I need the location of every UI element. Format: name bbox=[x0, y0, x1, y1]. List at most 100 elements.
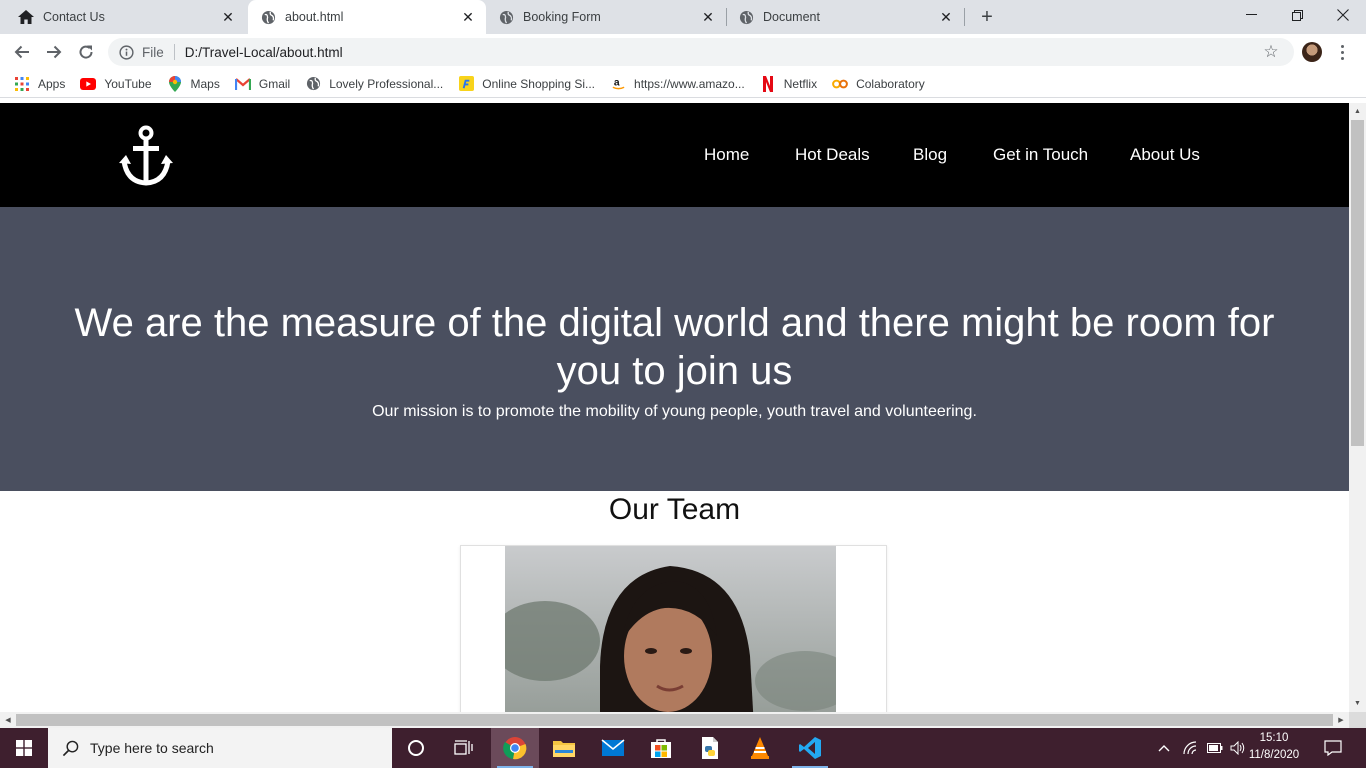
clock-date: 11/8/2020 bbox=[1248, 749, 1300, 761]
maps-pin-icon bbox=[167, 75, 183, 92]
search-placeholder: Type here to search bbox=[90, 740, 214, 756]
bookmark-maps[interactable]: Maps bbox=[167, 75, 220, 92]
notifications-icon[interactable] bbox=[1318, 728, 1348, 768]
windows-start-icon[interactable] bbox=[0, 728, 48, 768]
netflix-icon bbox=[760, 75, 776, 92]
bookmark-amazon[interactable]: a https://www.amazo... bbox=[610, 76, 745, 92]
svg-text:a: a bbox=[613, 77, 619, 88]
show-hidden-icons-chevron-icon[interactable] bbox=[1156, 728, 1172, 768]
amazon-icon: a bbox=[610, 76, 626, 92]
vscode-icon[interactable] bbox=[786, 728, 834, 768]
horizontal-scroll-thumb[interactable] bbox=[16, 714, 1333, 726]
store-icon[interactable] bbox=[637, 728, 685, 768]
taskbar-search[interactable]: Type here to search bbox=[48, 728, 392, 768]
back-button[interactable] bbox=[8, 38, 36, 66]
windows-taskbar: Type here to search 15:10 11/8/2020 bbox=[0, 728, 1366, 768]
globe-icon bbox=[498, 9, 514, 25]
globe-icon bbox=[305, 76, 321, 92]
reload-button[interactable] bbox=[72, 38, 100, 66]
vertical-scrollbar[interactable]: ▲ ▼ bbox=[1349, 103, 1366, 712]
globe-icon bbox=[738, 9, 754, 25]
divider bbox=[173, 44, 175, 60]
main-menu: Home Hot Deals Blog Get in Touch About U… bbox=[0, 145, 1349, 165]
mail-icon[interactable] bbox=[589, 728, 637, 768]
globe-icon bbox=[260, 9, 276, 25]
close-tab-icon[interactable]: ✕ bbox=[698, 7, 718, 27]
scheme-label: File bbox=[142, 44, 164, 60]
hero-heading: We are the measure of the digital world … bbox=[74, 301, 1275, 393]
scroll-left-arrow-icon[interactable]: ◀ bbox=[0, 712, 16, 728]
bookmark-label: Apps bbox=[38, 76, 66, 91]
file-explorer-icon[interactable] bbox=[540, 728, 588, 768]
new-tab-button[interactable]: + bbox=[976, 6, 998, 28]
tab-title: Document bbox=[763, 10, 820, 24]
close-tab-icon[interactable]: ✕ bbox=[458, 7, 478, 27]
tab-separator bbox=[964, 8, 965, 26]
minimize-button[interactable] bbox=[1228, 0, 1274, 30]
bookmark-netflix[interactable]: Netflix bbox=[760, 75, 817, 92]
bookmark-gmail[interactable]: Gmail bbox=[234, 76, 291, 92]
menu-kebab-icon[interactable] bbox=[1334, 41, 1350, 63]
nav-get-in-touch[interactable]: Get in Touch bbox=[993, 145, 1088, 165]
youtube-icon bbox=[80, 76, 97, 92]
gmail-icon bbox=[234, 76, 251, 92]
team-section-title: Our Team bbox=[608, 493, 741, 526]
horizontal-scrollbar[interactable]: ◀ ▶ bbox=[0, 712, 1349, 728]
task-view-icon[interactable] bbox=[440, 728, 488, 768]
bookmarks-bar: Apps YouTube Maps Gmail Lovely Professio… bbox=[0, 70, 1366, 98]
nav-hot-deals[interactable]: Hot Deals bbox=[795, 145, 870, 165]
bookmark-star-icon[interactable]: ☆ bbox=[1262, 43, 1280, 61]
scrollbar-corner bbox=[1349, 712, 1366, 728]
chrome-taskbar-icon[interactable] bbox=[491, 728, 539, 768]
bookmark-colaboratory[interactable]: Colaboratory bbox=[832, 76, 925, 92]
close-tab-icon[interactable]: ✕ bbox=[936, 7, 956, 27]
tab-strip: Contact Us ✕ about.html ✕ Booking Form ✕… bbox=[0, 0, 1366, 34]
tab-title: Booking Form bbox=[523, 10, 601, 24]
cortana-icon[interactable] bbox=[392, 728, 440, 768]
vertical-scroll-thumb[interactable] bbox=[1351, 120, 1364, 446]
bookmark-youtube[interactable]: YouTube bbox=[80, 76, 152, 92]
scroll-right-arrow-icon[interactable]: ▶ bbox=[1333, 712, 1349, 728]
bookmark-label: YouTube bbox=[104, 76, 152, 91]
tab-title: Contact Us bbox=[43, 10, 105, 24]
browser-toolbar: File D:/Travel-Local/about.html ☆ bbox=[0, 34, 1366, 70]
restore-button[interactable] bbox=[1274, 0, 1320, 30]
site-header: Home Hot Deals Blog Get in Touch About U… bbox=[0, 103, 1349, 207]
close-tab-icon[interactable]: ✕ bbox=[218, 7, 238, 27]
tab-about[interactable]: about.html ✕ bbox=[248, 0, 486, 34]
nav-blog[interactable]: Blog bbox=[913, 145, 947, 165]
close-window-button[interactable] bbox=[1320, 0, 1366, 30]
clock-time: 15:10 bbox=[1259, 732, 1289, 744]
forward-button[interactable] bbox=[40, 38, 68, 66]
wifi-icon[interactable] bbox=[1180, 728, 1202, 768]
page-viewport: Home Hot Deals Blog Get in Touch About U… bbox=[0, 103, 1349, 712]
info-icon[interactable] bbox=[118, 44, 134, 60]
nav-home[interactable]: Home bbox=[704, 145, 749, 165]
colab-icon bbox=[832, 76, 848, 92]
team-member-card bbox=[460, 545, 887, 712]
vlc-icon[interactable] bbox=[736, 728, 784, 768]
scroll-down-arrow-icon[interactable]: ▼ bbox=[1349, 695, 1366, 712]
nav-about-us[interactable]: About Us bbox=[1130, 145, 1200, 165]
home-icon bbox=[18, 9, 34, 25]
bookmark-label: Lovely Professional... bbox=[329, 76, 444, 91]
address-bar[interactable]: File D:/Travel-Local/about.html ☆ bbox=[108, 38, 1294, 66]
profile-avatar[interactable] bbox=[1302, 42, 1322, 62]
system-clock[interactable]: 15:10 11/8/2020 bbox=[1244, 730, 1304, 764]
bookmark-online-shopping[interactable]: Online Shopping Si... bbox=[458, 76, 595, 92]
python-file-icon[interactable] bbox=[686, 728, 734, 768]
bookmark-apps[interactable]: Apps bbox=[14, 76, 65, 92]
url-text[interactable]: D:/Travel-Local/about.html bbox=[185, 45, 343, 60]
scroll-up-arrow-icon[interactable]: ▲ bbox=[1349, 103, 1366, 120]
battery-icon[interactable] bbox=[1204, 728, 1226, 768]
hero-section: We are the measure of the digital world … bbox=[0, 207, 1349, 491]
bookmark-label: Colaboratory bbox=[856, 76, 925, 91]
tab-contact-us[interactable]: Contact Us ✕ bbox=[0, 0, 246, 34]
bookmark-label: https://www.amazo... bbox=[634, 76, 745, 91]
tab-document[interactable]: Document ✕ bbox=[726, 0, 964, 34]
bookmark-label: Maps bbox=[190, 76, 220, 91]
bookmark-label: Gmail bbox=[258, 76, 291, 91]
tab-booking-form[interactable]: Booking Form ✕ bbox=[486, 0, 726, 34]
bookmark-lovely-professional[interactable]: Lovely Professional... bbox=[305, 76, 443, 92]
hero-subheading: Our mission is to promote the mobility o… bbox=[372, 403, 977, 420]
